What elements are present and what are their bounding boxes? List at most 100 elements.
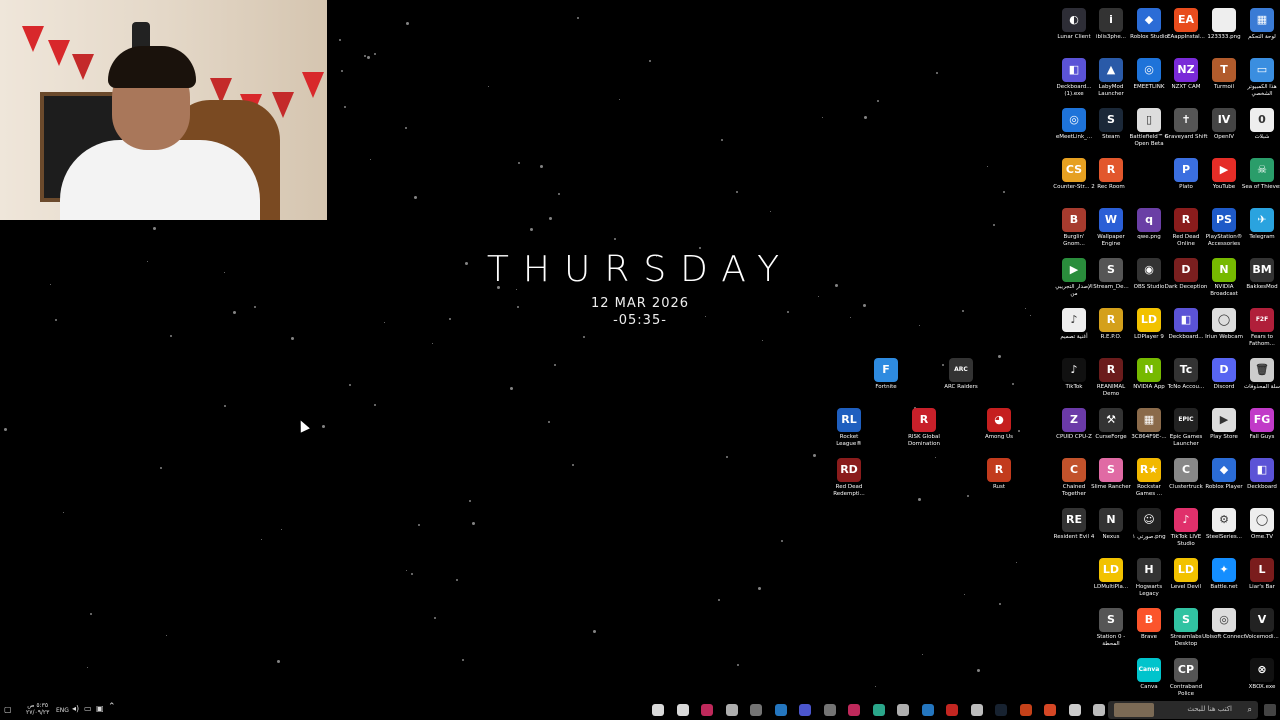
app-icon: ▦	[1250, 8, 1274, 32]
chrome-icon[interactable]	[652, 704, 664, 716]
start-button[interactable]	[1264, 704, 1276, 716]
desktop-icon[interactable]: FG Fall Guys	[1240, 408, 1280, 441]
steam-icon[interactable]	[995, 704, 1007, 716]
star	[160, 467, 163, 470]
star	[725, 455, 728, 458]
desktop-icon[interactable]: R Rust	[977, 458, 1021, 491]
explorer-icon[interactable]	[921, 704, 934, 716]
star	[518, 162, 521, 165]
desktop-icon[interactable]: ◧ Deckboard	[1240, 458, 1280, 491]
desktop-icon[interactable]: ⊗ XBOX.exe	[1240, 658, 1280, 691]
desktop-icon[interactable]: V Voicemodi...	[1240, 608, 1280, 641]
app-icon: Z	[1062, 408, 1086, 432]
star	[147, 260, 149, 262]
app-icon: q	[1137, 208, 1161, 232]
folder-icon[interactable]	[1093, 704, 1105, 716]
desktop-icon[interactable]: 🗑 سلة المحذوفات	[1240, 358, 1280, 391]
streamlabs-icon[interactable]	[872, 704, 885, 716]
desktop-icon[interactable]: R Rec Room	[1089, 158, 1133, 191]
desktop-icon-label: Deckboard	[1247, 484, 1277, 490]
desktop-icon[interactable]: RD Red Dead Redempti...	[827, 458, 871, 498]
desktop-icon[interactable]: F Fortnite	[864, 358, 908, 391]
language-indicator[interactable]: ENG	[56, 707, 69, 714]
star	[876, 100, 879, 103]
desktop-icon[interactable]: ▦ لوحة التحكم	[1240, 8, 1280, 41]
star	[369, 158, 371, 160]
desktop-icon[interactable]: 0 شبلات	[1240, 108, 1280, 141]
desktop-icon[interactable]: ◯ Ome.TV	[1240, 508, 1280, 541]
clock-time: -05:35-	[613, 313, 667, 328]
app-icon: LD	[1174, 558, 1198, 582]
desktop-icon[interactable]: F2F Fears to Fathom...	[1240, 308, 1280, 348]
minecraft-icon[interactable]	[897, 704, 909, 716]
app-icon: S	[1099, 608, 1123, 632]
person-body	[60, 140, 260, 220]
taskview-icon[interactable]	[970, 704, 983, 716]
desktop-icon[interactable]: R RISK Global Domination	[902, 408, 946, 448]
star	[224, 404, 226, 407]
desktop-icon[interactable]: L Liar's Bar	[1240, 558, 1280, 591]
desktop-icon[interactable]: ☠ Sea of Thieves	[1240, 158, 1280, 191]
star	[572, 463, 575, 466]
star	[619, 98, 621, 100]
desktop-icon[interactable]: ✈ Telegram	[1240, 208, 1280, 241]
desktop-icon-label: Contraband Police	[1169, 684, 1203, 697]
app-icon: ♪	[1062, 358, 1086, 382]
obs-studio-icon[interactable]	[823, 704, 836, 716]
obs-icon[interactable]	[676, 704, 689, 716]
star	[374, 404, 377, 407]
star	[530, 228, 534, 232]
desktop-icon[interactable]: ARC ARC Raiders	[939, 358, 983, 391]
star	[253, 305, 256, 308]
xbox-icon[interactable]	[725, 704, 738, 716]
tiktok-live-icon[interactable]	[1068, 704, 1081, 716]
desktop-icon-label: BakkesMod	[1246, 284, 1278, 290]
app-icon: ▶	[1212, 158, 1236, 182]
desktop-icon-label: RISK Global Domination	[908, 434, 940, 447]
show-hidden-icons-chevron[interactable]: ⌃	[108, 703, 116, 712]
taskbar-search[interactable]: اكتب هنا للبحث ⌕	[1108, 701, 1258, 719]
discord-icon[interactable]	[799, 704, 811, 716]
app-icon: F2F	[1250, 308, 1274, 332]
edge-icon[interactable]	[774, 704, 787, 716]
network-icon[interactable]: ▭	[84, 705, 92, 713]
tray-app-icon[interactable]: ▣	[96, 705, 104, 713]
star	[761, 339, 763, 341]
notification-icon[interactable]: ▢	[4, 706, 12, 714]
taskbar-time: ٥:٣٥ ص	[27, 702, 49, 709]
app-icon: T	[1212, 58, 1236, 82]
star	[993, 224, 996, 227]
desktop-icon[interactable]: CP Contraband Police	[1164, 658, 1208, 698]
app-icon: N	[1099, 508, 1123, 532]
labymod-icon[interactable]	[750, 704, 762, 716]
ea-icon[interactable]	[701, 704, 713, 716]
star	[487, 86, 489, 88]
star	[364, 54, 367, 57]
star	[875, 686, 877, 688]
star	[1025, 307, 1027, 309]
app-icon: CS	[1062, 158, 1086, 182]
app-icon: ◧	[1174, 308, 1198, 332]
app-icon: W	[1099, 208, 1123, 232]
desktop-icon[interactable]: RL Rocket League®	[827, 408, 871, 448]
volume-icon[interactable]: ◂)	[72, 705, 79, 713]
webcam-overlay	[0, 0, 327, 220]
firefox-icon[interactable]	[1019, 704, 1032, 716]
app-icon: ARC	[949, 358, 973, 382]
youtube-icon[interactable]	[946, 704, 958, 716]
desktop-icon[interactable]: BM BakkesMod	[1240, 258, 1280, 291]
star	[404, 126, 407, 129]
star	[433, 616, 436, 619]
brave-icon[interactable]	[1044, 704, 1056, 716]
clock-date: 12 MAR 2026	[590, 296, 690, 311]
tiktok-icon[interactable]	[848, 704, 860, 716]
app-icon: ▲	[1099, 58, 1123, 82]
star	[862, 303, 866, 307]
desktop-icon[interactable]: ◕ Among Us	[977, 408, 1021, 441]
app-icon: R	[1099, 308, 1123, 332]
clock-widget: THURSDAY 12 MAR 2026 -05:35-	[440, 250, 840, 329]
desktop-icon[interactable]: ▭ هذا الكمبيوتر الشخصي	[1240, 58, 1280, 98]
app-icon: FG	[1250, 408, 1274, 432]
taskbar-clock[interactable]: ٥:٣٥ ص ٢٧/٠٩/٢٣	[26, 702, 49, 716]
app-icon: ◐	[1062, 8, 1086, 32]
